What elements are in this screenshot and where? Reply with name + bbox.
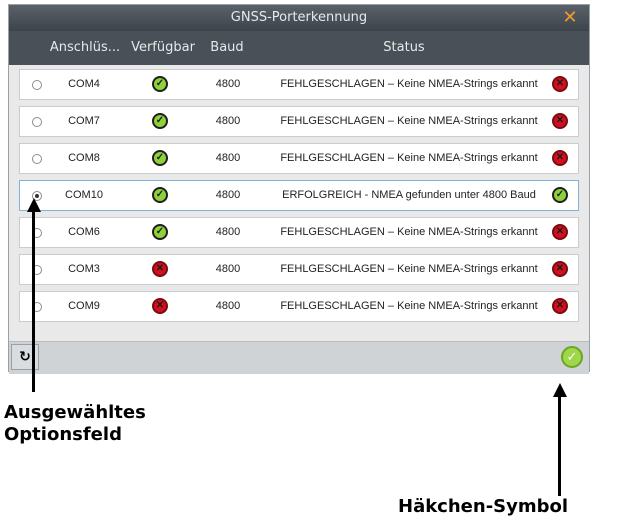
checkmark-icon: ✓ — [152, 187, 168, 203]
column-header-port[interactable]: Anschlüs... — [45, 31, 125, 65]
table-header: Anschlüs... Verfügbar Baud Status — [9, 31, 589, 65]
baud-rate: 4800 — [215, 189, 241, 201]
error-icon: ✕ — [152, 298, 168, 314]
annotation-arrow-radio — [32, 204, 35, 392]
checkmark-icon: ✓ — [552, 187, 568, 203]
annotation-selected-radio: Ausgewähltes Optionsfeld — [4, 402, 146, 445]
error-icon: ✕ — [552, 150, 568, 166]
table-row[interactable]: COM6 ✓ 4800 FEHLGESCHLAGEN – Keine NMEA-… — [19, 217, 579, 248]
error-icon: ✕ — [552, 113, 568, 129]
status-text: FEHLGESCHLAGEN – Keine NMEA-Strings erka… — [280, 152, 538, 164]
table-row[interactable]: COM8 ✓ 4800 FEHLGESCHLAGEN – Keine NMEA-… — [19, 143, 579, 174]
port-name: COM10 — [65, 189, 103, 201]
annotation-checkmark-symbol: Häkchen-Symbol — [398, 496, 569, 517]
dialog-titlebar: GNSS-Porterkennung ✕ — [9, 5, 589, 31]
table-row[interactable]: COM3 ✕ 4800 FEHLGESCHLAGEN – Keine NMEA-… — [19, 254, 579, 285]
status-text: FEHLGESCHLAGEN – Keine NMEA-Strings erka… — [280, 300, 538, 312]
port-name: COM4 — [68, 78, 100, 90]
radio-button[interactable] — [32, 117, 42, 127]
checkmark-icon: ✓ — [152, 76, 168, 92]
status-text: FEHLGESCHLAGEN – Keine NMEA-Strings erka… — [280, 263, 538, 275]
checkmark-icon: ✓ — [152, 113, 168, 129]
table-row[interactable]: COM4 ✓ 4800 FEHLGESCHLAGEN – Keine NMEA-… — [19, 69, 579, 100]
port-name: COM9 — [68, 300, 100, 312]
status-text: ERFOLGREICH - NMEA gefunden unter 4800 B… — [282, 189, 536, 201]
table-row[interactable]: COM9 ✕ 4800 FEHLGESCHLAGEN – Keine NMEA-… — [19, 291, 579, 322]
arrowhead-up-icon — [553, 383, 567, 397]
dialog-title: GNSS-Porterkennung — [230, 10, 368, 25]
column-header-available[interactable]: Verfügbar — [127, 31, 199, 65]
column-header-baud[interactable]: Baud — [199, 31, 255, 65]
baud-rate: 4800 — [215, 152, 241, 164]
error-icon: ✕ — [552, 298, 568, 314]
table-row-selected[interactable]: COM10 ✓ 4800 ERFOLGREICH - NMEA gefunden… — [19, 180, 579, 211]
status-text: FEHLGESCHLAGEN – Keine NMEA-Strings erka… — [280, 78, 538, 90]
refresh-icon: ↻ — [19, 349, 31, 365]
arrowhead-up-icon — [27, 198, 41, 212]
error-icon: ✕ — [552, 261, 568, 277]
annotation-arrow-checkmark — [558, 396, 561, 496]
checkmark-icon: ✓ — [152, 224, 168, 240]
port-name: COM7 — [68, 115, 100, 127]
port-name: COM3 — [68, 263, 100, 275]
confirm-checkmark-button[interactable]: ✓ — [561, 346, 583, 368]
port-name: COM6 — [68, 226, 100, 238]
error-icon: ✕ — [552, 76, 568, 92]
error-icon: ✕ — [152, 261, 168, 277]
baud-rate: 4800 — [215, 226, 241, 238]
baud-rate: 4800 — [215, 115, 241, 127]
gnss-port-detection-dialog: GNSS-Porterkennung ✕ Anschlüs... Verfügb… — [8, 4, 590, 374]
checkmark-icon: ✓ — [152, 150, 168, 166]
error-icon: ✕ — [552, 224, 568, 240]
radio-button[interactable] — [32, 154, 42, 164]
port-name: COM8 — [68, 152, 100, 164]
close-icon[interactable]: ✕ — [559, 5, 581, 31]
baud-rate: 4800 — [215, 78, 241, 90]
status-text: FEHLGESCHLAGEN – Keine NMEA-Strings erka… — [280, 115, 538, 127]
column-header-status[interactable]: Status — [259, 31, 549, 65]
baud-rate: 4800 — [215, 263, 241, 275]
baud-rate: 4800 — [215, 300, 241, 312]
radio-button[interactable] — [32, 80, 42, 90]
status-text: FEHLGESCHLAGEN – Keine NMEA-Strings erka… — [280, 226, 538, 238]
checkmark-icon: ✓ — [566, 349, 578, 365]
dialog-footer: ↻ ✓ — [9, 341, 589, 374]
table-row[interactable]: COM7 ✓ 4800 FEHLGESCHLAGEN – Keine NMEA-… — [19, 106, 579, 137]
